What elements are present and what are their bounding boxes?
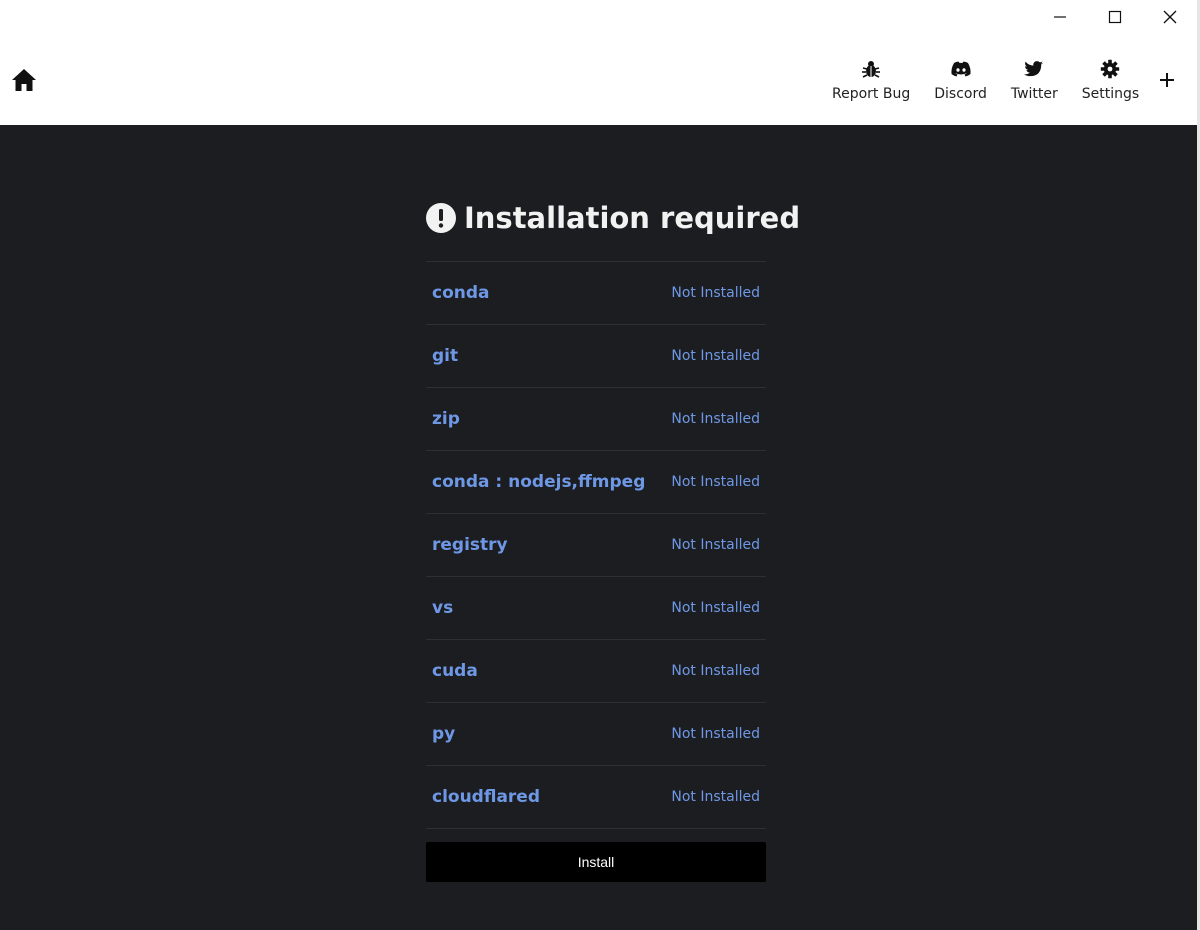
list-item: git Not Installed bbox=[426, 325, 766, 388]
list-item: zip Not Installed bbox=[426, 388, 766, 451]
requirement-name[interactable]: conda bbox=[432, 283, 490, 303]
minimize-button[interactable] bbox=[1032, 0, 1087, 34]
close-icon bbox=[1163, 10, 1176, 24]
list-item: cuda Not Installed bbox=[426, 640, 766, 703]
nav-label: Settings bbox=[1081, 86, 1140, 102]
requirement-name[interactable]: registry bbox=[432, 535, 508, 555]
discord-icon bbox=[950, 56, 972, 82]
alert-circle-icon bbox=[426, 203, 456, 233]
nav-report-bug[interactable]: Report Bug bbox=[820, 56, 922, 112]
list-item: conda Not Installed bbox=[426, 262, 766, 325]
requirement-name[interactable]: py bbox=[432, 724, 455, 744]
close-button[interactable] bbox=[1142, 0, 1197, 34]
bug-icon bbox=[861, 56, 881, 82]
page-title-text: Installation required bbox=[464, 201, 801, 235]
maximize-icon bbox=[1108, 10, 1121, 24]
installation-panel: Installation required conda Not Installe… bbox=[426, 195, 800, 882]
status-badge: Not Installed bbox=[671, 348, 760, 364]
status-badge: Not Installed bbox=[671, 537, 760, 553]
status-badge: Not Installed bbox=[671, 474, 760, 490]
add-button[interactable] bbox=[1155, 66, 1179, 94]
status-badge: Not Installed bbox=[671, 600, 760, 616]
status-badge: Not Installed bbox=[671, 411, 760, 427]
requirement-name[interactable]: git bbox=[432, 346, 458, 366]
requirement-name[interactable]: vs bbox=[432, 598, 453, 618]
install-button[interactable]: Install bbox=[426, 842, 766, 882]
requirement-name[interactable]: cloudflared bbox=[432, 787, 540, 807]
twitter-icon bbox=[1024, 56, 1044, 82]
maximize-button[interactable] bbox=[1087, 0, 1142, 34]
top-nav: Report Bug Discord Twitter Settings bbox=[820, 56, 1151, 112]
nav-label: Report Bug bbox=[832, 86, 911, 102]
status-badge: Not Installed bbox=[671, 789, 760, 805]
list-item: conda : nodejs,ffmpeg Not Installed bbox=[426, 451, 766, 514]
status-badge: Not Installed bbox=[671, 726, 760, 742]
requirement-name[interactable]: conda : nodejs,ffmpeg bbox=[432, 472, 645, 492]
minimize-icon bbox=[1053, 16, 1066, 18]
nav-discord[interactable]: Discord bbox=[922, 56, 999, 112]
requirement-name[interactable]: cuda bbox=[432, 661, 478, 681]
list-item: py Not Installed bbox=[426, 703, 766, 766]
page-title: Installation required bbox=[426, 195, 800, 241]
home-button[interactable] bbox=[10, 67, 38, 93]
gear-icon bbox=[1100, 56, 1120, 82]
nav-twitter[interactable]: Twitter bbox=[999, 56, 1070, 112]
requirements-list: conda Not Installed git Not Installed zi… bbox=[426, 261, 766, 829]
list-item: cloudflared Not Installed bbox=[426, 766, 766, 829]
status-badge: Not Installed bbox=[671, 663, 760, 679]
list-item: vs Not Installed bbox=[426, 577, 766, 640]
window-controls bbox=[1032, 0, 1197, 34]
nav-settings[interactable]: Settings bbox=[1070, 56, 1151, 112]
list-item: registry Not Installed bbox=[426, 514, 766, 577]
status-badge: Not Installed bbox=[671, 285, 760, 301]
home-icon bbox=[12, 69, 36, 91]
requirement-name[interactable]: zip bbox=[432, 409, 460, 429]
nav-label: Discord bbox=[934, 86, 987, 102]
nav-label: Twitter bbox=[1010, 86, 1058, 102]
app-header: Report Bug Discord Twitter Settings bbox=[0, 0, 1197, 125]
plus-icon bbox=[1160, 73, 1174, 87]
